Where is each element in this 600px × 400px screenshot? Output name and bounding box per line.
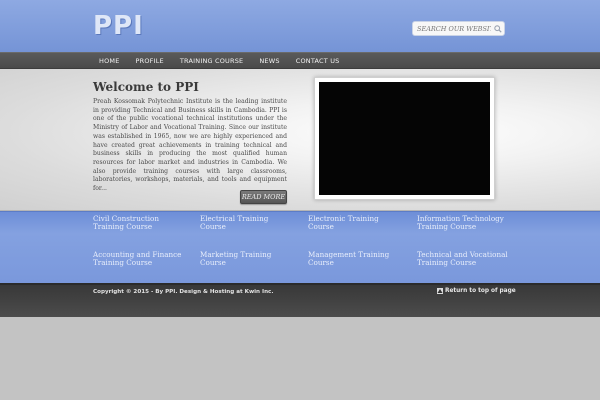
- page-title: Welcome to PPI: [93, 80, 199, 94]
- arrow-up-icon: [437, 288, 443, 294]
- featured-band: [0, 69, 600, 211]
- course-subtitle: Course: [200, 222, 226, 232]
- site-header: PPI: [0, 0, 600, 52]
- search-box[interactable]: [412, 21, 505, 36]
- return-to-top-link[interactable]: Return to top of page: [437, 288, 516, 294]
- intro-text: Preah Kossomak Polytechnic Institute is …: [93, 98, 287, 193]
- course-link-civil-construction[interactable]: Civil Construction Training Course: [93, 214, 159, 232]
- course-link-electrical[interactable]: Electrical Training Course: [200, 214, 268, 232]
- video-player[interactable]: [319, 82, 490, 195]
- search-icon[interactable]: [491, 22, 504, 35]
- course-link-technical-vocational[interactable]: Technical and Vocational Training Course: [417, 250, 508, 268]
- site-logo[interactable]: PPI: [93, 11, 144, 41]
- course-subtitle: Training Course: [93, 222, 153, 232]
- nav-item-training-course[interactable]: TRAINING COURSE: [172, 53, 252, 69]
- course-subtitle: Course: [200, 258, 226, 268]
- nav-item-home[interactable]: HOME: [91, 53, 128, 69]
- main-nav: HOME PROFILE TRAINING COURSE NEWS CONTAC…: [0, 52, 600, 69]
- course-link-accounting-finance[interactable]: Accounting and Finance Training Course: [93, 250, 181, 268]
- course-subtitle: Training Course: [417, 258, 477, 268]
- nav-item-news[interactable]: NEWS: [251, 53, 287, 69]
- nav-item-profile[interactable]: PROFILE: [128, 53, 172, 69]
- return-to-top-label: Return to top of page: [445, 288, 516, 294]
- course-link-information-technology[interactable]: Information Technology Training Course: [417, 214, 504, 232]
- courses-band: [0, 211, 600, 283]
- video-frame: [314, 77, 495, 200]
- course-subtitle: Course: [308, 258, 334, 268]
- course-link-marketing[interactable]: Marketing Training Course: [200, 250, 271, 268]
- course-link-management[interactable]: Management Training Course: [308, 250, 389, 268]
- nav-item-contact-us[interactable]: CONTACT US: [288, 53, 348, 69]
- course-subtitle: Training Course: [93, 258, 153, 268]
- course-subtitle: Training Course: [417, 222, 477, 232]
- read-more-button[interactable]: READ MORE: [240, 190, 287, 204]
- course-subtitle: Course: [308, 222, 334, 232]
- copyright-text: Copyright © 2015 - By PPI. Design & Host…: [93, 289, 274, 295]
- course-link-electronic[interactable]: Electronic Training Course: [308, 214, 379, 232]
- search-input[interactable]: [413, 22, 491, 35]
